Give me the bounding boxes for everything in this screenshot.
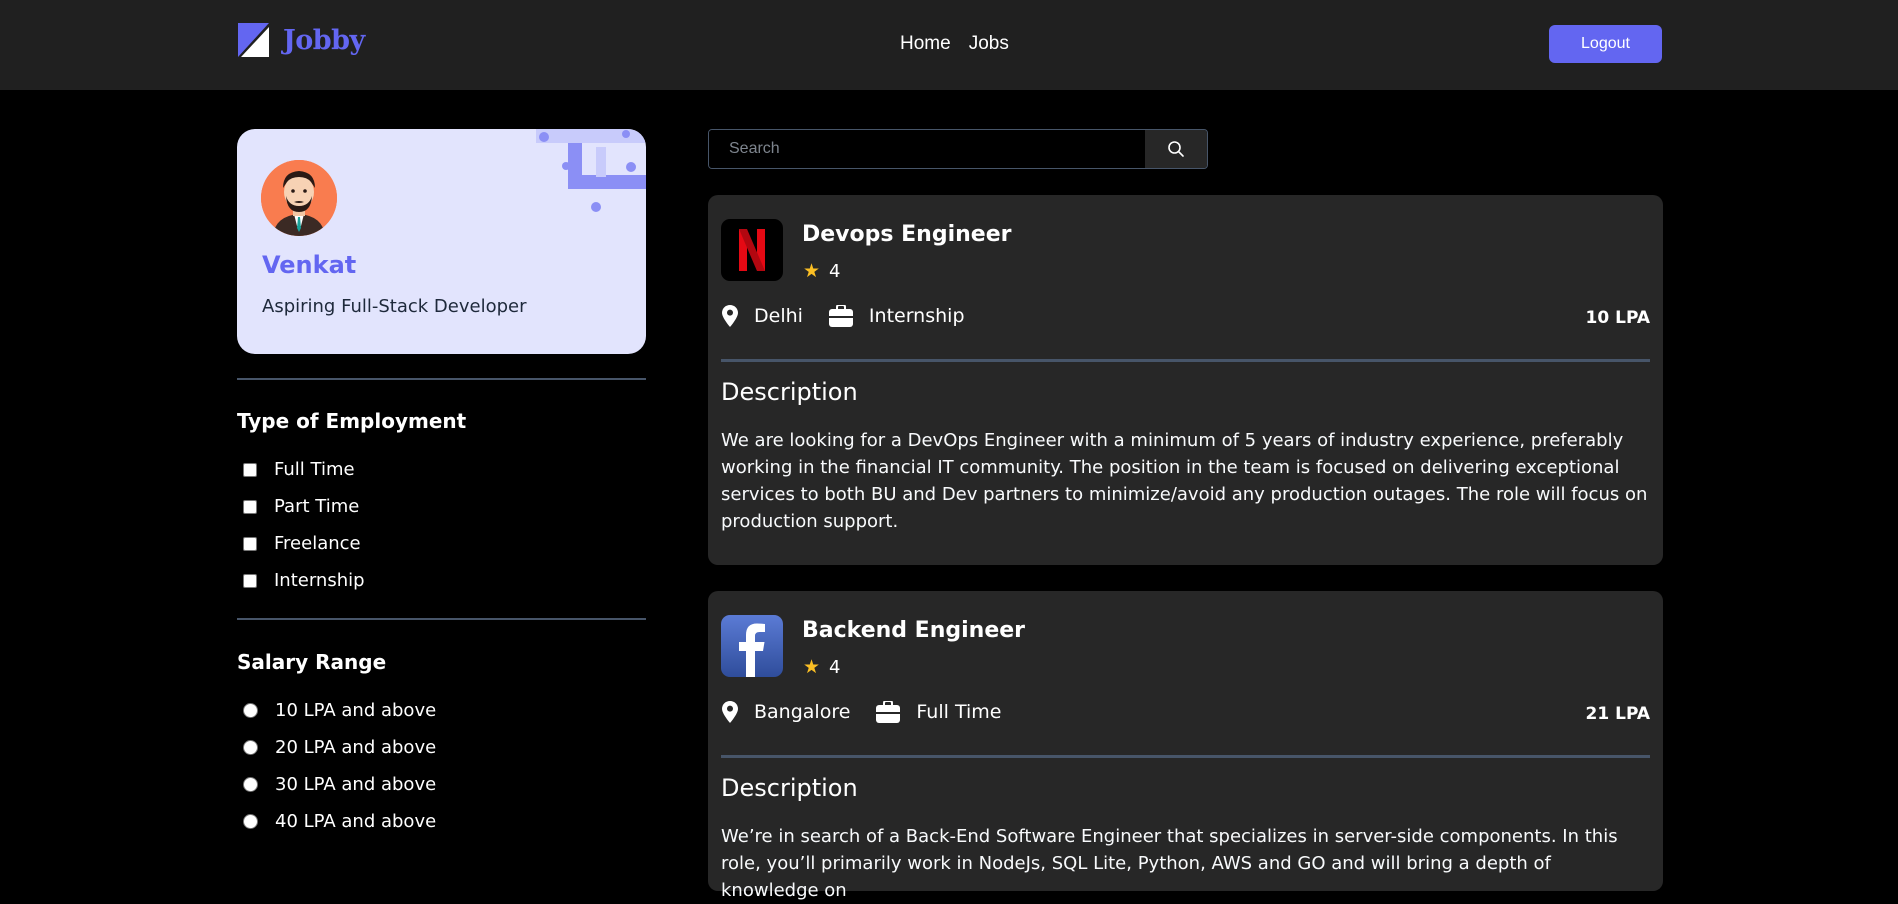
employment-option-freelance[interactable]: Freelance <box>243 533 361 554</box>
job-description: We’re in search of a Back-End Software E… <box>721 826 1618 901</box>
search-input[interactable] <box>709 130 1145 168</box>
employment-option-label: Part Time <box>274 496 360 517</box>
description-heading: Description <box>721 378 858 406</box>
rating-value: 4 <box>829 656 841 678</box>
salary-option-label: 40 LPA and above <box>275 811 437 832</box>
job-description: We are looking for a DevOps Engineer wit… <box>721 430 1648 532</box>
salary-option-30-lpa[interactable]: 30 LPA and above <box>243 774 436 795</box>
location-pin-icon <box>722 701 738 723</box>
employment-option-label: Full Time <box>274 459 355 480</box>
salary-option-label: 30 LPA and above <box>275 774 437 795</box>
briefcase-icon <box>876 701 901 723</box>
briefcase-icon <box>828 305 853 327</box>
salary-option-10-lpa[interactable]: 10 LPA and above <box>243 700 436 721</box>
divider <box>721 755 1650 758</box>
profile-card: Venkat Aspiring Full-Stack Developer <box>237 129 646 354</box>
job-title: Devops Engineer <box>802 222 1012 247</box>
navbar: Jobby Home Jobs Logout <box>0 0 1898 90</box>
profile-avatar <box>261 160 337 236</box>
profile-background-decoration <box>536 129 646 212</box>
brand-logo[interactable]: Jobby <box>238 23 365 57</box>
radio-button[interactable] <box>243 814 258 829</box>
job-package: 21 LPA <box>1585 704 1650 724</box>
employment-option-label: Internship <box>274 570 365 591</box>
job-card[interactable]: Devops Engineer ★ 4 Delhi Internship 10 … <box>708 195 1663 565</box>
job-card[interactable]: Backend Engineer ★ 4 Bangalore Full Time… <box>708 591 1663 901</box>
job-location: Bangalore <box>754 701 851 723</box>
job-employment-type: Full Time <box>916 701 1002 723</box>
checkbox[interactable] <box>243 573 257 588</box>
nav-links: Home Jobs <box>900 33 1009 55</box>
divider <box>237 378 646 380</box>
company-logo <box>721 615 783 677</box>
description-heading: Description <box>721 774 858 802</box>
divider <box>237 618 646 620</box>
location-pin-icon <box>722 305 738 327</box>
man-avatar-icon <box>261 160 337 236</box>
radio-button[interactable] <box>243 703 258 718</box>
company-logo <box>721 219 783 281</box>
nav-link-jobs[interactable]: Jobs <box>969 33 1009 55</box>
rating-value: 4 <box>829 260 841 282</box>
employment-option-internship[interactable]: Internship <box>243 570 365 591</box>
checkbox[interactable] <box>243 499 257 514</box>
job-location: Delhi <box>754 305 803 327</box>
star-icon: ★ <box>803 260 821 282</box>
logout-button[interactable]: Logout <box>1549 25 1662 63</box>
salary-filter-title: Salary Range <box>237 650 387 674</box>
netflix-logo-icon <box>721 219 783 281</box>
checkbox[interactable] <box>243 536 257 551</box>
brand-name: Jobby <box>283 24 365 56</box>
employment-option-label: Freelance <box>274 533 361 554</box>
nav-link-home[interactable]: Home <box>900 33 951 55</box>
employment-filter-title: Type of Employment <box>237 409 467 433</box>
job-meta: Bangalore Full Time <box>722 701 1001 723</box>
job-package: 10 LPA <box>1585 308 1650 328</box>
jobby-logo-icon <box>238 23 269 57</box>
salary-option-20-lpa[interactable]: 20 LPA and above <box>243 737 436 758</box>
star-icon: ★ <box>803 656 821 678</box>
search-bar <box>708 129 1208 169</box>
salary-option-40-lpa[interactable]: 40 LPA and above <box>243 811 436 832</box>
facebook-logo-icon <box>721 615 783 677</box>
job-meta: Delhi Internship <box>722 305 965 327</box>
search-button[interactable] <box>1145 130 1207 168</box>
checkbox[interactable] <box>243 462 257 477</box>
job-rating: ★ 4 <box>803 656 841 678</box>
salary-option-label: 20 LPA and above <box>275 737 437 758</box>
divider <box>721 359 1650 362</box>
employment-option-full-time[interactable]: Full Time <box>243 459 355 480</box>
job-employment-type: Internship <box>868 305 965 327</box>
job-rating: ★ 4 <box>803 260 841 282</box>
employment-option-part-time[interactable]: Part Time <box>243 496 359 517</box>
profile-bio: Aspiring Full-Stack Developer <box>262 296 527 317</box>
salary-option-label: 10 LPA and above <box>275 700 437 721</box>
job-title: Backend Engineer <box>802 618 1026 643</box>
profile-name: Venkat <box>262 251 357 279</box>
radio-button[interactable] <box>243 777 258 792</box>
radio-button[interactable] <box>243 740 258 755</box>
search-icon <box>1168 141 1184 157</box>
